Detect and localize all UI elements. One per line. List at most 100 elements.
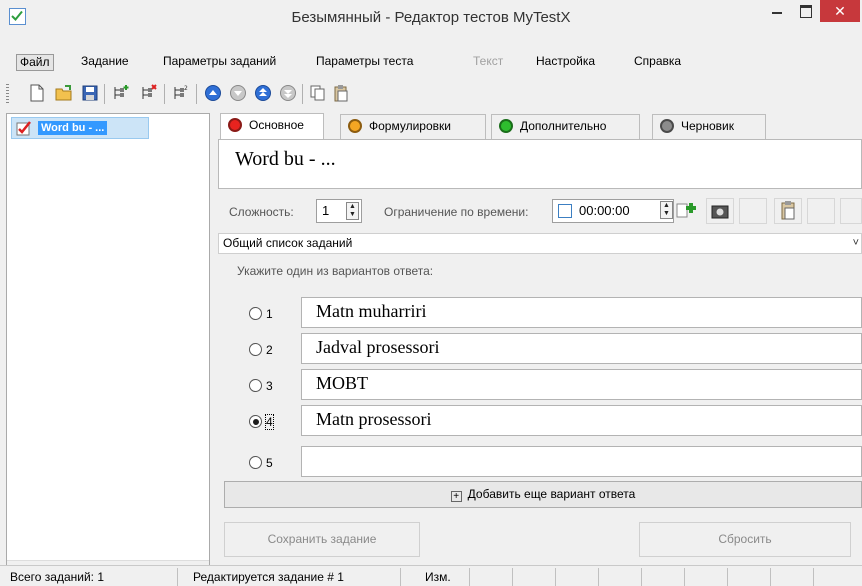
tab-draft[interactable]: Черновик	[652, 114, 766, 139]
toolbar: 2	[0, 74, 862, 108]
time-limit-field[interactable]: 00:00:00	[552, 199, 674, 223]
maximize-button[interactable]	[792, 0, 820, 22]
add-answer-label: Добавить еще вариант ответа	[467, 487, 636, 501]
status-separator	[469, 568, 470, 586]
paste-icon[interactable]	[332, 84, 350, 102]
toolbar-separator	[302, 84, 303, 104]
task-list-label: Общий список заданий	[223, 236, 353, 250]
answer-text-field[interactable]: MOBT	[301, 369, 862, 400]
task-number-icon[interactable]: 2	[172, 84, 190, 102]
move-down-icon[interactable]	[229, 84, 247, 102]
answer-number: 5	[266, 456, 273, 470]
status-separator	[770, 568, 771, 586]
task-params-bar: Сложность: 1 ▲ ▼ Ограничение по времени: …	[218, 193, 862, 233]
camera-button[interactable]	[706, 198, 734, 224]
menu-bar: Файл Задание Параметры заданий Параметры…	[0, 52, 862, 72]
toolbar-separator	[164, 84, 165, 104]
tab-additional[interactable]: Дополнительно	[491, 114, 640, 139]
camera-icon	[711, 205, 729, 219]
menu-help[interactable]: Справка	[631, 54, 684, 71]
answer-text-field[interactable]: Jadval prosessori	[301, 333, 862, 364]
add-answer-button[interactable]: + Добавить еще вариант ответа	[224, 481, 862, 508]
answer-radio-selected[interactable]	[249, 415, 262, 428]
red-dot-icon	[228, 118, 242, 132]
answer-text-field[interactable]: Matn prosessori	[301, 405, 862, 436]
delete-task-icon[interactable]	[140, 84, 158, 102]
difficulty-label: Сложность:	[229, 205, 294, 219]
close-button[interactable]: ✕	[820, 0, 860, 22]
status-separator	[512, 568, 513, 586]
save-icon[interactable]	[81, 84, 99, 102]
move-up-icon[interactable]	[204, 84, 222, 102]
tab-draft-label: Черновик	[681, 119, 734, 133]
minimize-button[interactable]	[762, 0, 792, 22]
task-tree[interactable]: Word bu - ... ‹ ›	[6, 113, 210, 579]
time-spin-arrows-icon[interactable]: ▲ ▼	[660, 201, 673, 219]
answer-text-field[interactable]	[301, 446, 862, 477]
move-bottom-icon[interactable]	[279, 84, 297, 102]
tab-main-label: Основное	[249, 118, 304, 132]
title-bar: Безымянный - Редактор тестов MyTestX ✕	[0, 0, 862, 34]
task-list-dropdown[interactable]: Общий список заданий ˅	[218, 233, 862, 254]
difficulty-value: 1	[322, 203, 330, 218]
chevron-down-icon[interactable]: ˅	[853, 234, 859, 253]
save-task-button[interactable]: Сохранить задание	[224, 522, 420, 557]
param-button-empty-3[interactable]	[840, 198, 862, 224]
tab-strip: Основное Формулировки Дополнительно Черн…	[220, 113, 862, 140]
menu-settings[interactable]: Настройка	[533, 54, 598, 71]
orange-dot-icon	[348, 119, 362, 133]
answer-number: 1	[266, 307, 273, 321]
difficulty-stepper[interactable]: 1 ▲ ▼	[316, 199, 362, 223]
paste-button[interactable]	[774, 198, 802, 224]
tab-formulations[interactable]: Формулировки	[340, 114, 486, 139]
add-task-icon[interactable]	[112, 84, 130, 102]
toolbar-separator	[196, 84, 197, 104]
toolbar-separator	[104, 84, 105, 104]
answer-radio[interactable]	[249, 307, 262, 320]
tab-main[interactable]: Основное	[220, 113, 324, 140]
menu-text[interactable]: Текст	[470, 54, 506, 71]
answer-row: 5	[237, 446, 862, 477]
spin-arrows-icon[interactable]: ▲ ▼	[346, 202, 359, 220]
status-editing-task: Редактируется задание # 1	[193, 570, 344, 584]
answer-radio[interactable]	[249, 379, 262, 392]
question-text-field[interactable]: Word bu - ...	[218, 139, 862, 189]
param-button-empty-2[interactable]	[807, 198, 835, 224]
menu-test-params[interactable]: Параметры теста	[313, 54, 416, 71]
toolbar-grip[interactable]	[6, 84, 9, 104]
answer-radio[interactable]	[249, 343, 262, 356]
status-separator	[727, 568, 728, 586]
answer-row: 3 MOBT	[237, 369, 862, 400]
status-bar: Всего заданий: 1 Редактируется задание #…	[0, 565, 862, 586]
status-separator	[641, 568, 642, 586]
tree-item-label: Word bu - ...	[38, 121, 108, 135]
tab-additional-label: Дополнительно	[520, 119, 607, 133]
menubar-spacer	[0, 34, 862, 52]
status-separator	[598, 568, 599, 586]
task-check-icon	[16, 121, 31, 136]
answer-row: 1 Matn muharriri	[237, 297, 862, 328]
answer-hint: Укажите один из вариантов ответа:	[237, 264, 434, 278]
menu-file[interactable]: Файл	[16, 54, 54, 71]
answer-radio[interactable]	[249, 456, 262, 469]
menu-task-params[interactable]: Параметры заданий	[160, 54, 279, 71]
svg-text:2: 2	[184, 85, 188, 92]
time-limit-label: Ограничение по времени:	[384, 205, 529, 219]
param-button-empty-1[interactable]	[739, 198, 767, 224]
answer-text-field[interactable]: Matn muharriri	[301, 297, 862, 328]
answer-row: 2 Jadval prosessori	[237, 333, 862, 364]
open-folder-icon[interactable]	[55, 84, 73, 102]
status-separator	[177, 568, 178, 586]
move-top-icon[interactable]	[254, 84, 272, 102]
new-file-icon[interactable]	[28, 84, 46, 102]
tree-item-task[interactable]: Word bu - ...	[11, 117, 149, 139]
menu-task[interactable]: Задание	[78, 54, 132, 71]
add-image-icon[interactable]	[675, 198, 701, 224]
copy-icon[interactable]	[309, 84, 327, 102]
time-limit-checkbox[interactable]	[558, 204, 572, 218]
status-separator	[400, 568, 401, 586]
green-dot-icon	[499, 119, 513, 133]
reset-button[interactable]: Сбросить	[639, 522, 851, 557]
answer-number: 2	[266, 343, 273, 357]
plus-icon: +	[450, 491, 462, 502]
